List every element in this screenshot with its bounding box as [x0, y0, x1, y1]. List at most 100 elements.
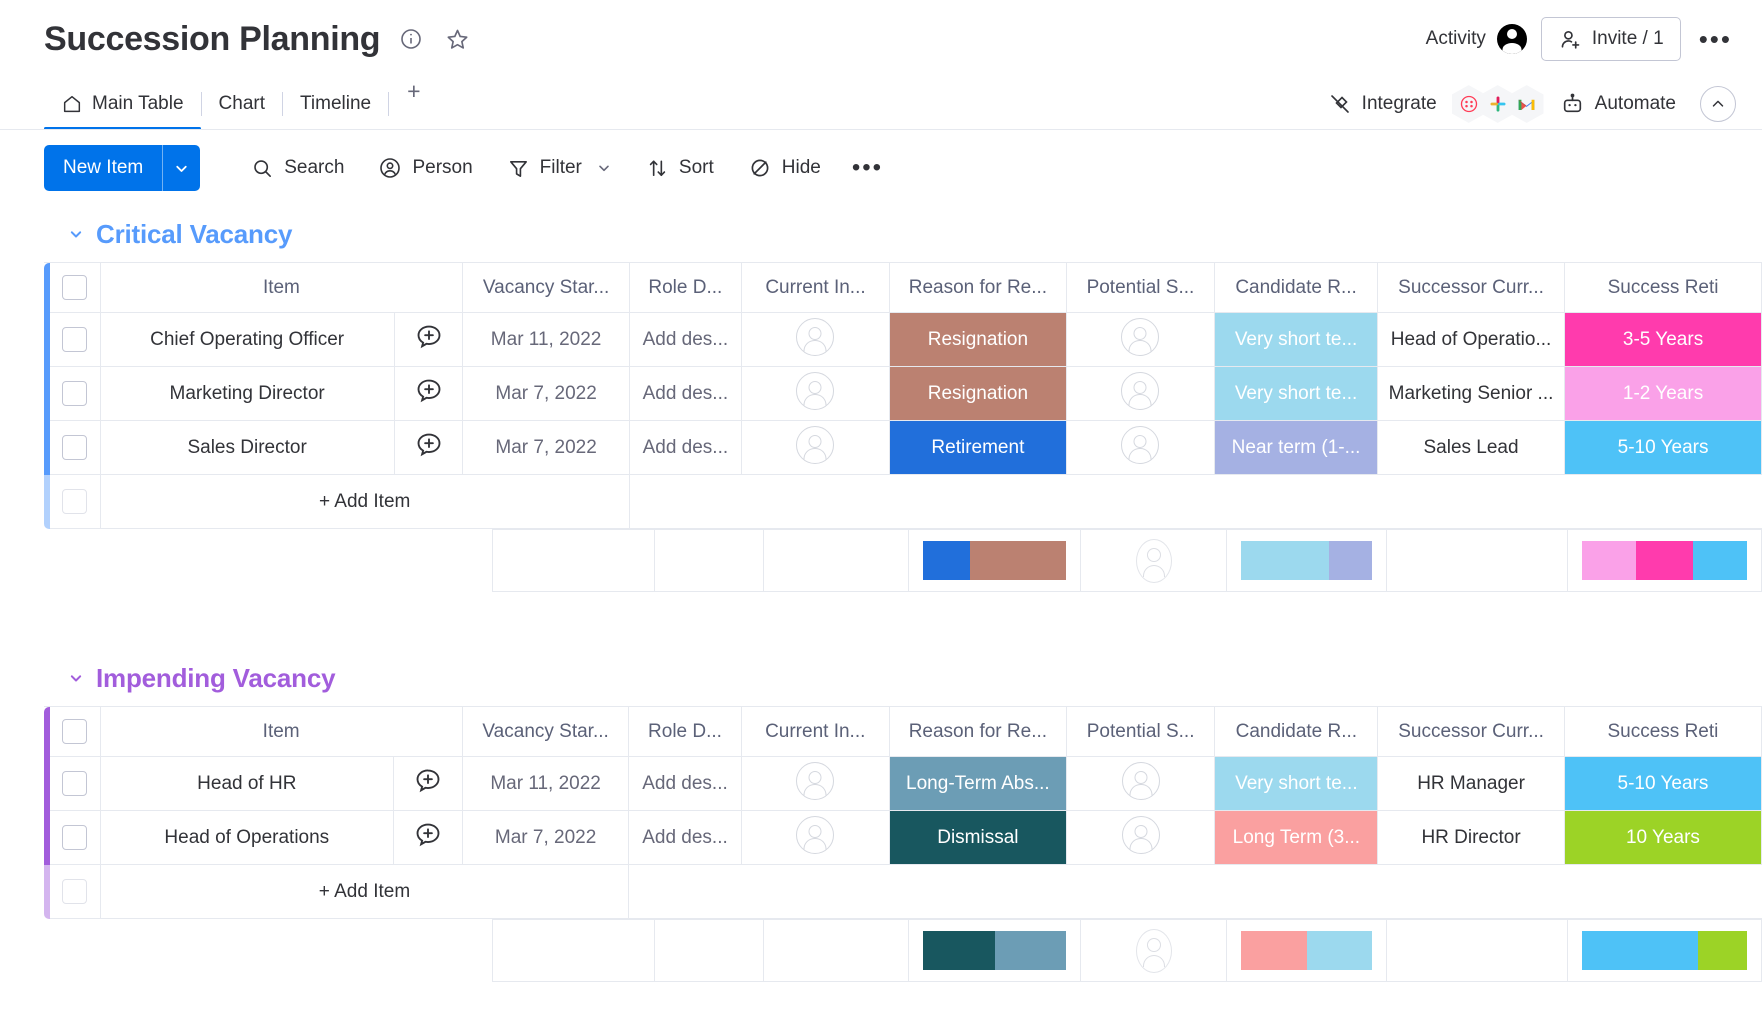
cell-potential-successor[interactable]: [1066, 420, 1216, 475]
person-placeholder-icon[interactable]: [1121, 761, 1160, 800]
cell-successor-current-role[interactable]: HR Manager: [1377, 756, 1565, 811]
cell-vacancy-start[interactable]: Mar 7, 2022: [462, 420, 630, 475]
cell-item[interactable]: Head of Operations: [100, 810, 395, 865]
person-placeholder-icon[interactable]: [1121, 815, 1160, 854]
status-badge-candidate-readiness[interactable]: Very short te...: [1215, 313, 1377, 366]
status-badge-success-retirement[interactable]: 10 Years: [1564, 811, 1761, 864]
cell-item[interactable]: Marketing Director: [100, 366, 395, 421]
cell-item[interactable]: Sales Director: [100, 420, 395, 475]
select-all-checkbox[interactable]: [62, 719, 88, 744]
cell-current-incumbent[interactable]: [741, 366, 891, 421]
select-all-header[interactable]: [50, 262, 101, 313]
cell-current-incumbent[interactable]: [741, 810, 890, 865]
column-header-role-description[interactable]: Role D...: [629, 262, 742, 313]
star-icon[interactable]: [442, 24, 472, 54]
status-badge-candidate-readiness[interactable]: Long Term (3...: [1215, 811, 1377, 864]
column-header-item[interactable]: Item: [100, 262, 464, 313]
integrate-button[interactable]: Integrate: [1322, 92, 1443, 116]
cell-role-description[interactable]: Add des...: [629, 420, 742, 475]
person-placeholder-icon[interactable]: [1121, 425, 1160, 464]
chevron-down-icon[interactable]: [66, 224, 86, 244]
cell-role-description[interactable]: Add des...: [628, 756, 742, 811]
column-header-success-retirement[interactable]: Success Reti: [1564, 262, 1762, 313]
person-placeholder-icon[interactable]: [796, 761, 835, 800]
cell-updates[interactable]: [394, 420, 464, 475]
row-checkbox-cell[interactable]: [50, 366, 101, 421]
table-row[interactable]: Head of HR Mar 11, 2022 Add des... Long-Ter…: [44, 756, 1762, 811]
column-header-candidate-readiness[interactable]: Candidate R...: [1214, 262, 1378, 313]
person-button[interactable]: Person: [361, 145, 489, 191]
cell-candidate-readiness[interactable]: Long Term (3...: [1214, 810, 1379, 865]
add-view-button[interactable]: +: [389, 78, 438, 130]
status-badge-success-retirement[interactable]: 3-5 Years: [1565, 313, 1761, 366]
cell-success-retirement[interactable]: 5-10 Years: [1564, 756, 1762, 811]
status-badge-candidate-readiness[interactable]: Very short te...: [1215, 757, 1377, 810]
add-item-label[interactable]: + Add Item: [100, 474, 630, 529]
column-header-item[interactable]: Item: [100, 706, 463, 757]
hide-button[interactable]: Hide: [731, 145, 838, 191]
column-header-reason[interactable]: Reason for Re...: [889, 706, 1067, 757]
table-row[interactable]: Head of Operations Mar 7, 2022 Add des... D…: [44, 810, 1762, 865]
person-placeholder-icon[interactable]: [796, 371, 835, 410]
monday-icon[interactable]: [1451, 85, 1486, 123]
add-update-icon[interactable]: [414, 430, 444, 460]
chevron-down-icon[interactable]: [66, 668, 86, 688]
cell-vacancy-start[interactable]: Mar 7, 2022: [462, 810, 630, 865]
cell-role-description[interactable]: Add des...: [629, 366, 742, 421]
cell-current-incumbent[interactable]: [741, 420, 891, 475]
add-update-icon[interactable]: [413, 820, 443, 850]
cell-updates[interactable]: [394, 312, 464, 367]
summary-candidate-readiness[interactable]: [1226, 919, 1387, 982]
row-checkbox[interactable]: [62, 381, 88, 406]
row-checkbox[interactable]: [62, 771, 88, 796]
status-badge-reason[interactable]: Resignation: [890, 367, 1066, 420]
cell-item[interactable]: Chief Operating Officer: [100, 312, 395, 367]
row-checkbox-cell[interactable]: [50, 312, 101, 367]
person-placeholder-icon[interactable]: [1121, 317, 1160, 356]
table-row[interactable]: Marketing Director Mar 7, 2022 Add des... R…: [44, 366, 1762, 421]
status-badge-reason[interactable]: Resignation: [890, 313, 1066, 366]
cell-potential-successor[interactable]: [1066, 312, 1216, 367]
add-update-icon[interactable]: [414, 376, 444, 406]
select-all-header[interactable]: [50, 706, 101, 757]
row-checkbox[interactable]: [62, 327, 88, 352]
tab-timeline[interactable]: Timeline: [283, 78, 388, 130]
cell-candidate-readiness[interactable]: Very short te...: [1214, 366, 1378, 421]
person-placeholder-icon[interactable]: [796, 425, 835, 464]
cell-vacancy-start[interactable]: Mar 11, 2022: [462, 312, 630, 367]
info-circle-icon[interactable]: [396, 24, 426, 54]
cell-reason[interactable]: Resignation: [889, 366, 1067, 421]
person-placeholder-icon[interactable]: [1121, 371, 1160, 410]
group-title[interactable]: Critical Vacancy: [96, 219, 292, 250]
select-all-checkbox[interactable]: [62, 275, 88, 300]
cell-successor-current-role[interactable]: Sales Lead: [1377, 420, 1566, 475]
add-item-label[interactable]: + Add Item: [100, 864, 630, 919]
row-checkbox-cell[interactable]: [50, 756, 101, 811]
column-header-candidate-readiness[interactable]: Candidate R...: [1214, 706, 1379, 757]
column-header-current-incumbent[interactable]: Current In...: [741, 262, 891, 313]
row-checkbox[interactable]: [62, 879, 88, 904]
summary-bar-success-retirement[interactable]: [1582, 931, 1747, 970]
cell-successor-current-role[interactable]: Marketing Senior ...: [1377, 366, 1566, 421]
cell-reason[interactable]: Dismissal: [889, 810, 1067, 865]
cell-successor-current-role[interactable]: Head of Operatio...: [1377, 312, 1566, 367]
cell-role-description[interactable]: Add des...: [628, 810, 742, 865]
cell-candidate-readiness[interactable]: Very short te...: [1214, 312, 1378, 367]
status-badge-reason[interactable]: Long-Term Abs...: [889, 757, 1066, 810]
cell-updates[interactable]: [393, 810, 463, 865]
column-header-vacancy-start[interactable]: Vacancy Star...: [462, 262, 630, 313]
cell-successor-current-role[interactable]: HR Director: [1377, 810, 1565, 865]
row-checkbox-cell[interactable]: [50, 810, 101, 865]
table-row[interactable]: Chief Operating Officer Mar 11, 2022 Add d…: [44, 312, 1762, 367]
group-title[interactable]: Impending Vacancy: [96, 663, 336, 694]
table-row[interactable]: Sales Director Mar 7, 2022 Add des... Retir…: [44, 420, 1762, 475]
slack-icon[interactable]: [1480, 85, 1515, 123]
summary-candidate-readiness[interactable]: [1226, 529, 1387, 592]
status-badge-candidate-readiness[interactable]: Near term (1-...: [1215, 421, 1377, 474]
cell-reason[interactable]: Resignation: [889, 312, 1067, 367]
chevron-up-icon[interactable]: [1700, 86, 1736, 122]
cell-updates[interactable]: [394, 366, 464, 421]
tab-main-table[interactable]: Main Table: [44, 78, 201, 130]
invite-button[interactable]: Invite / 1: [1540, 17, 1681, 61]
new-item-button[interactable]: New Item: [44, 145, 201, 191]
